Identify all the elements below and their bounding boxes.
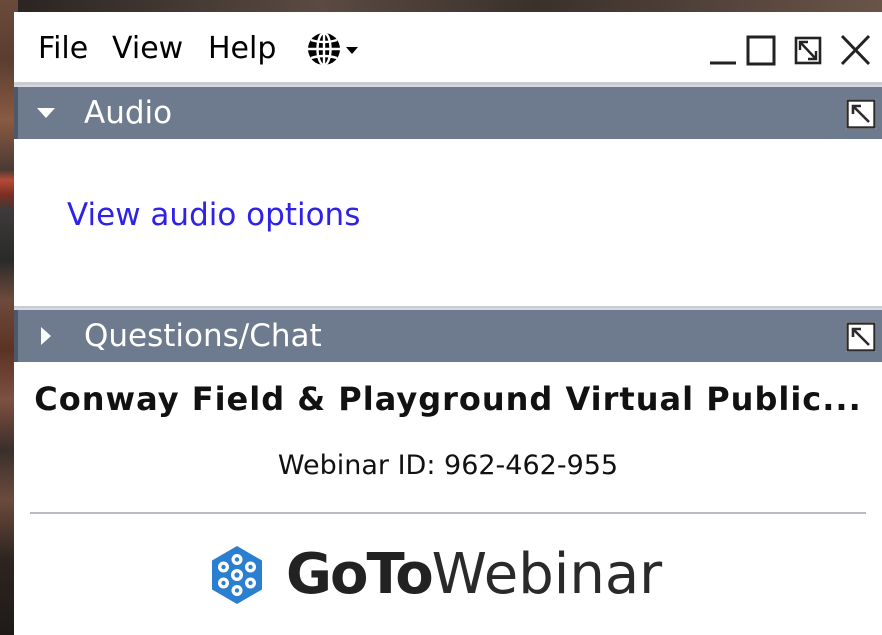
view-audio-options-link[interactable]: View audio options bbox=[67, 197, 360, 233]
chevron-down-icon bbox=[346, 47, 358, 54]
minimize-icon bbox=[710, 61, 736, 65]
audio-panel-body: View audio options bbox=[14, 139, 882, 306]
maximize-button[interactable] bbox=[742, 32, 782, 68]
gotowebinar-wordmark: GoToWebinar bbox=[286, 540, 662, 610]
panel-edge bbox=[14, 87, 18, 139]
audio-panel-title: Audio bbox=[84, 95, 173, 131]
popout-icon[interactable] bbox=[844, 320, 878, 354]
logo-brand-light: Webinar bbox=[431, 542, 663, 607]
popout-icon[interactable] bbox=[844, 97, 878, 131]
menu-file[interactable]: File bbox=[34, 26, 93, 72]
menu-bar: File View Help bbox=[14, 12, 882, 84]
expand-arrow-icon[interactable] bbox=[34, 324, 58, 348]
gotowebinar-logo-icon bbox=[212, 546, 262, 604]
menu-help[interactable]: Help bbox=[204, 26, 281, 72]
maximize-icon bbox=[746, 35, 776, 66]
questions-chat-panel-title: Questions/Chat bbox=[84, 318, 322, 354]
panel-edge bbox=[14, 310, 18, 362]
questions-chat-panel-header[interactable]: Questions/Chat bbox=[14, 308, 882, 362]
globe-icon bbox=[308, 31, 358, 67]
session-info: Conway Field & Playground Virtual Public… bbox=[14, 362, 882, 635]
popout-window-button[interactable] bbox=[790, 32, 830, 68]
audio-panel-header[interactable]: Audio bbox=[14, 85, 882, 139]
minimize-button[interactable] bbox=[704, 32, 744, 68]
collapse-arrow-icon[interactable] bbox=[34, 101, 58, 125]
logo-brand-strong: GoTo bbox=[286, 542, 434, 607]
close-button[interactable] bbox=[836, 32, 876, 68]
restore-icon bbox=[794, 36, 822, 65]
webinar-id: Webinar ID: 962-462-955 bbox=[277, 450, 619, 481]
session-divider bbox=[30, 512, 866, 514]
language-menu-button[interactable] bbox=[304, 27, 376, 71]
gotowebinar-logo: GoToWebinar bbox=[206, 540, 726, 610]
close-icon bbox=[840, 34, 871, 66]
desktop-background-top bbox=[18, 0, 882, 12]
menu-view[interactable]: View bbox=[108, 26, 188, 72]
gotowebinar-control-panel: File View Help Audio View audio options … bbox=[14, 12, 882, 635]
webinar-title: Conway Field & Playground Virtual Public… bbox=[34, 380, 862, 418]
